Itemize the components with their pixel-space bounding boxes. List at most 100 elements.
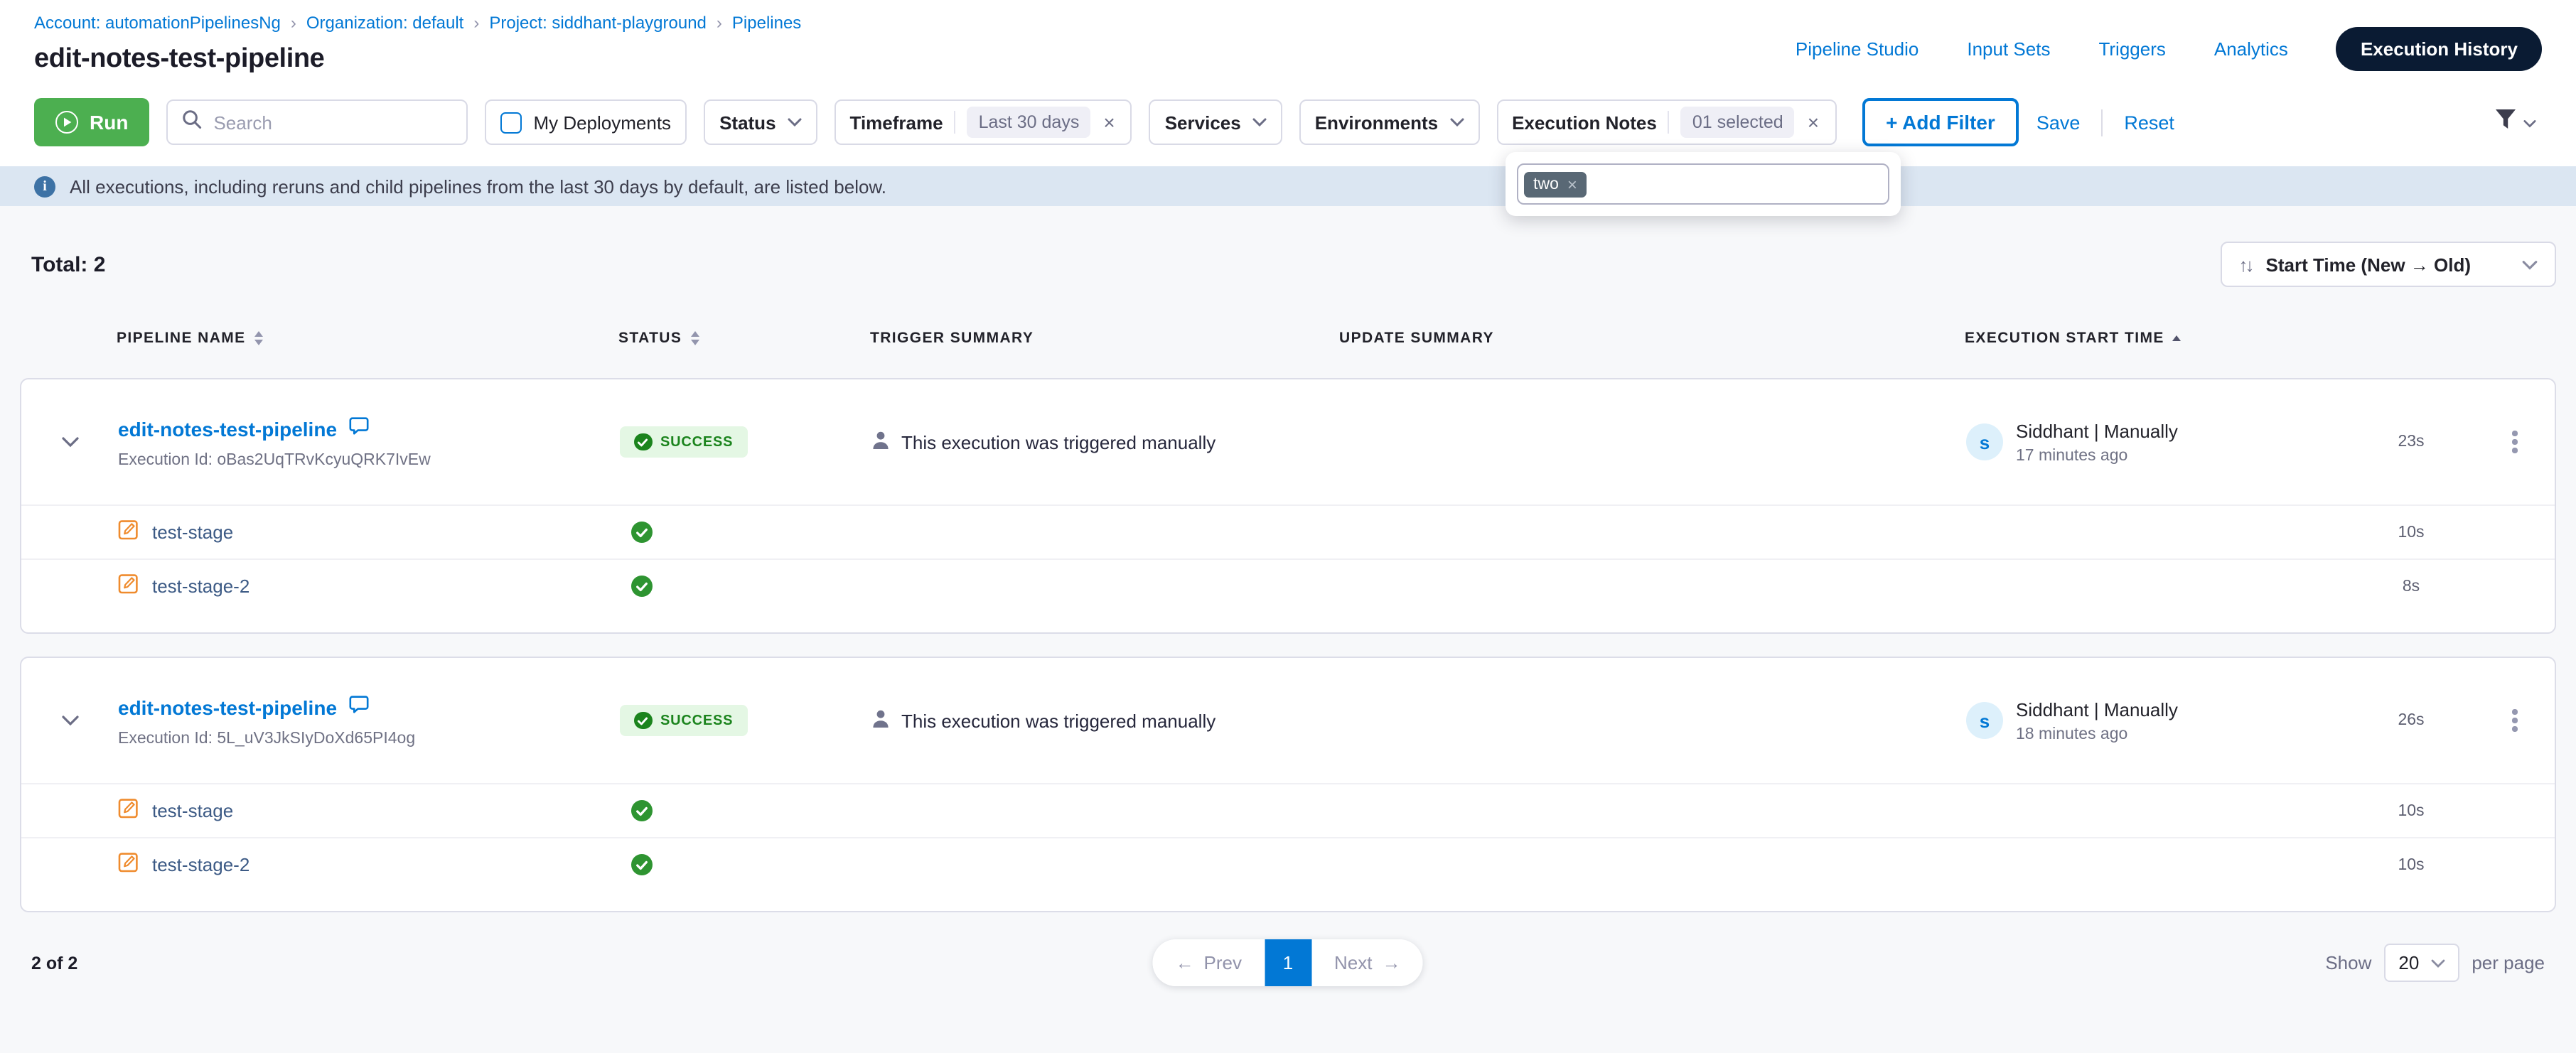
custom-stage-icon: [118, 572, 139, 600]
chevron-right-icon: ›: [473, 13, 479, 33]
timeframe-filter-label: Timeframe: [850, 112, 943, 133]
reset-button[interactable]: Reset: [2124, 112, 2174, 133]
breadcrumb-pipelines[interactable]: Pipelines: [732, 13, 801, 33]
status-badge: SUCCESS: [620, 705, 747, 737]
breadcrumb-project[interactable]: Project: siddhant-playground: [489, 13, 707, 33]
notes-tag: two ×: [1523, 171, 1587, 197]
more-options-button[interactable]: [2507, 704, 2523, 738]
arrow-right-icon: →: [1382, 952, 1400, 973]
execution-card: edit-notes-test-pipeline Execution Id: o…: [20, 378, 2556, 634]
custom-stage-icon: [118, 796, 139, 825]
tab-input-sets[interactable]: Input Sets: [1967, 38, 2050, 60]
page-number-button[interactable]: 1: [1265, 939, 1311, 986]
breadcrumb-organization[interactable]: Organization: default: [306, 13, 464, 33]
stage-link[interactable]: test-stage-2: [152, 576, 249, 597]
environments-filter[interactable]: Environments: [1299, 99, 1479, 145]
card-bottom-pad: [21, 612, 2555, 632]
execution-id: Execution Id: 5L_uV3JkSIyDoXd65PI4og: [118, 730, 620, 747]
close-icon[interactable]: ×: [1806, 112, 1820, 132]
prev-page-button[interactable]: ← Prev: [1153, 939, 1265, 986]
execution-notes-dropdown: two ×: [1505, 152, 1900, 216]
info-banner-text: All executions, including reruns and chi…: [70, 176, 886, 197]
my-deployments-filter[interactable]: My Deployments: [485, 99, 687, 145]
success-check-icon: [631, 522, 653, 543]
execution-notes-filter-label: Execution Notes: [1512, 112, 1657, 133]
execution-notes-filter[interactable]: Execution Notes 01 selected ×: [1496, 99, 1836, 145]
start-time-cell: s Siddhant | Manually 18 minutes ago: [1966, 698, 2347, 742]
column-header-pipeline-name[interactable]: PIPELINE NAME: [117, 330, 618, 347]
check-icon: [634, 433, 652, 451]
pagination: 2 of 2 ← Prev 1 Next → Show 20: [31, 944, 2545, 982]
pipeline-link[interactable]: edit-notes-test-pipeline: [118, 418, 337, 441]
tab-analytics[interactable]: Analytics: [2214, 38, 2288, 60]
more-options-button[interactable]: [2507, 426, 2523, 459]
stage-link[interactable]: test-stage: [152, 800, 233, 821]
run-button-label: Run: [90, 111, 128, 134]
per-page-label: per page: [2472, 952, 2545, 973]
search-box[interactable]: [166, 99, 468, 145]
pipeline-name-cell: edit-notes-test-pipeline Execution Id: 5…: [118, 693, 620, 747]
next-page-button[interactable]: Next →: [1311, 939, 1423, 986]
stage-row: test-stage 10s: [21, 783, 2555, 837]
status-cell: SUCCESS: [620, 426, 871, 458]
tab-execution-history[interactable]: Execution History: [2336, 27, 2542, 71]
arrow-left-icon: ←: [1176, 952, 1194, 973]
stage-status-cell: [620, 576, 871, 597]
trigger-summary-text: This execution was triggered manually: [901, 710, 1215, 731]
time-ago: 18 minutes ago: [2016, 725, 2178, 742]
execution-card: edit-notes-test-pipeline Execution Id: 5…: [20, 657, 2556, 912]
trigger-summary-cell: This execution was triggered manually: [871, 430, 1341, 454]
pipeline-link[interactable]: edit-notes-test-pipeline: [118, 696, 337, 719]
chevron-down-icon: [1252, 118, 1267, 126]
chevron-down-icon: [2523, 109, 2536, 135]
status-badge: SUCCESS: [620, 426, 747, 458]
notes-comment-icon[interactable]: [348, 693, 370, 722]
status-filter-label: Status: [719, 112, 776, 133]
tab-pipeline-studio[interactable]: Pipeline Studio: [1796, 38, 1918, 60]
header-nav: Pipeline Studio Input Sets Triggers Anal…: [1796, 27, 2542, 71]
execution-notes-tag-input[interactable]: two ×: [1516, 163, 1889, 205]
pipeline-name-cell: edit-notes-test-pipeline Execution Id: o…: [118, 415, 620, 469]
header-left: Account: automationPipelinesNg › Organiz…: [34, 13, 801, 75]
notes-comment-icon[interactable]: [348, 415, 370, 443]
status-cell: SUCCESS: [620, 705, 871, 737]
success-check-icon: [631, 800, 653, 821]
filter-selector-button[interactable]: [2494, 107, 2542, 137]
stage-status-cell: [620, 522, 871, 543]
stage-link[interactable]: test-stage-2: [152, 854, 249, 875]
per-page-select[interactable]: 20: [2384, 944, 2459, 982]
user-icon: [871, 430, 890, 454]
triggered-by: Siddhant | Manually: [2016, 698, 2178, 720]
collapse-toggle[interactable]: [21, 436, 118, 448]
toolbar: Run My Deployments Status Timeframe: [34, 98, 2542, 146]
my-deployments-label: My Deployments: [533, 112, 671, 133]
column-header-label: UPDATE SUMMARY: [1339, 330, 1494, 347]
pager: ← Prev 1 Next →: [1153, 939, 1424, 986]
tab-triggers[interactable]: Triggers: [2098, 38, 2165, 60]
breadcrumb-account[interactable]: Account: automationPipelinesNg: [34, 13, 281, 33]
search-input[interactable]: [213, 112, 452, 133]
column-header-trigger-summary: TRIGGER SUMMARY: [870, 330, 1339, 347]
sort-select-value: Start Time (New → Old): [2266, 254, 2508, 275]
divider: [955, 111, 956, 134]
column-header-status[interactable]: STATUS: [618, 330, 870, 347]
collapse-toggle[interactable]: [21, 715, 118, 726]
timeframe-filter[interactable]: Timeframe Last 30 days ×: [834, 99, 1132, 145]
stage-name-cell: test-stage: [118, 796, 620, 825]
stage-name-cell: test-stage-2: [118, 572, 620, 600]
save-button[interactable]: Save: [2036, 112, 2081, 133]
status-filter[interactable]: Status: [704, 99, 817, 145]
remove-tag-icon[interactable]: ×: [1567, 176, 1577, 193]
close-icon[interactable]: ×: [1102, 112, 1116, 132]
my-deployments-checkbox[interactable]: [500, 112, 522, 133]
run-button[interactable]: Run: [34, 98, 149, 146]
add-filter-button[interactable]: + Add Filter: [1862, 98, 2019, 146]
services-filter[interactable]: Services: [1149, 99, 1282, 145]
column-header-execution-start-time[interactable]: EXECUTION START TIME: [1965, 330, 2349, 347]
time-ago: 17 minutes ago: [2016, 447, 2178, 464]
chevron-down-icon: [2522, 259, 2538, 269]
list-header: Total: 2 ↑↓ Start Time (New → Old): [0, 242, 2576, 287]
sort-select[interactable]: ↑↓ Start Time (New → Old): [2221, 242, 2556, 287]
stage-link[interactable]: test-stage: [152, 522, 233, 543]
prev-page-label: Prev: [1204, 952, 1242, 973]
